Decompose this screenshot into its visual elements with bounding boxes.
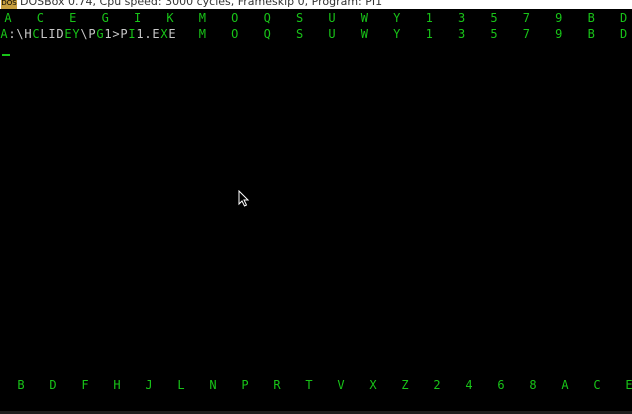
prompt-char: >	[112, 27, 120, 41]
prompt-char: D	[56, 27, 64, 41]
prompt-char: \	[80, 27, 88, 41]
screen-char: 1	[425, 11, 433, 25]
prompt-char: Y	[72, 27, 80, 41]
screen-char: C	[36, 11, 44, 25]
screen-char: D	[619, 27, 628, 41]
screen-char: D	[619, 11, 628, 25]
screen-char: Z	[401, 378, 409, 392]
screen-char: Q	[263, 27, 271, 41]
screen-char: O	[231, 27, 239, 41]
screen-char: W	[360, 11, 368, 25]
prompt-char: G	[96, 27, 104, 41]
window-title: DOSBox 0.74, Cpu speed: 3000 cycles, Fra…	[20, 0, 383, 8]
arrow-pointer-icon	[238, 190, 250, 207]
screen-char: S	[295, 27, 304, 41]
prompt-char: E	[152, 27, 160, 41]
screen-char: 6	[497, 378, 505, 392]
screen-char: B	[587, 27, 595, 41]
screen-char: 4	[465, 378, 473, 392]
prompt-char: .	[144, 27, 152, 41]
screen-char: H	[113, 378, 121, 392]
prompt-char: 1	[104, 27, 112, 41]
screen-char: 2	[433, 378, 441, 392]
screen-char: W	[360, 27, 368, 41]
screen-char: T	[305, 378, 313, 392]
screen-char: C	[593, 378, 601, 392]
screen-char: U	[328, 11, 336, 25]
screen-char: Y	[393, 27, 401, 41]
prompt-char: \	[16, 27, 24, 41]
prompt-char: I	[128, 27, 136, 41]
screen-char: 3	[457, 11, 466, 25]
screen-char: N	[209, 378, 217, 392]
prompt-char: L	[40, 27, 48, 41]
screen-char: 7	[522, 11, 530, 25]
screen-char: X	[369, 378, 377, 392]
prompt-char: 1	[136, 27, 144, 41]
screen-char: 9	[555, 11, 563, 25]
screen-char: L	[177, 378, 185, 392]
command-prompt-row: A: \ H C L I D E Y \ P G 1 > P I 1. E X E M O Q S U W Y 1 3 5 7 9 B D	[0, 27, 632, 41]
title-bar[interactable]: DOS DOSBox 0.74, Cpu speed: 3000 cycles,…	[0, 0, 632, 9]
screen-char: Q	[263, 11, 271, 25]
screen-char: A	[4, 11, 12, 25]
text-cursor	[2, 54, 10, 56]
screen-char: K	[166, 11, 174, 25]
screen-char: J	[145, 378, 153, 392]
prompt-char: I	[48, 27, 56, 41]
screen-char: F	[81, 378, 89, 392]
screen-char: I	[133, 11, 142, 25]
prompt-char: P	[88, 27, 96, 41]
screen-row-top: A C E G I K M O Q S U W Y 1 3 5 7 9 B D	[0, 11, 632, 25]
prompt-char: H	[24, 27, 32, 41]
screen-char: 9	[555, 27, 563, 41]
prompt-char: E	[64, 27, 72, 41]
screen-char: V	[337, 378, 345, 392]
screen-char: 5	[490, 27, 498, 41]
screen-char: M	[198, 11, 206, 25]
prompt-char: X	[160, 27, 168, 41]
screen-char: G	[101, 11, 109, 25]
screen-char: E	[625, 378, 632, 392]
screen-char: S	[295, 11, 304, 25]
screen-char: 1	[425, 27, 433, 41]
screen-char: R	[273, 378, 281, 392]
prompt-char: P	[120, 27, 128, 41]
prompt-char: A	[0, 27, 8, 41]
screen-char: Y	[393, 11, 401, 25]
screen-row-bottom: B D F H J L N P R T V X Z 2 4 6 8 A C E	[0, 378, 632, 392]
screen-char: 3	[457, 27, 466, 41]
dosbox-window: DOS DOSBox 0.74, Cpu speed: 3000 cycles,…	[0, 0, 632, 414]
screen-char: E	[69, 11, 77, 25]
screen-char: 7	[522, 27, 530, 41]
screen-char: D	[49, 378, 57, 392]
screen-char: P	[241, 378, 249, 392]
screen-char: O	[231, 11, 239, 25]
screen-char: 5	[490, 11, 498, 25]
dosbox-icon: DOS	[1, 0, 17, 9]
dos-screen[interactable]: ACEGIKMOQSUWY13579BD A: \ H C L I D E Y \ P G 1 > P I 1.…	[0, 9, 632, 414]
screen-char: M	[198, 27, 206, 41]
prompt-char: C	[32, 27, 40, 41]
prompt-char: E	[168, 27, 176, 41]
prompt-char: :	[8, 27, 16, 41]
screen-char: A	[561, 378, 569, 392]
screen-char: 8	[529, 378, 537, 392]
screen-char: B	[587, 11, 595, 25]
screen-char: U	[328, 27, 336, 41]
screen-char: B	[17, 378, 25, 392]
